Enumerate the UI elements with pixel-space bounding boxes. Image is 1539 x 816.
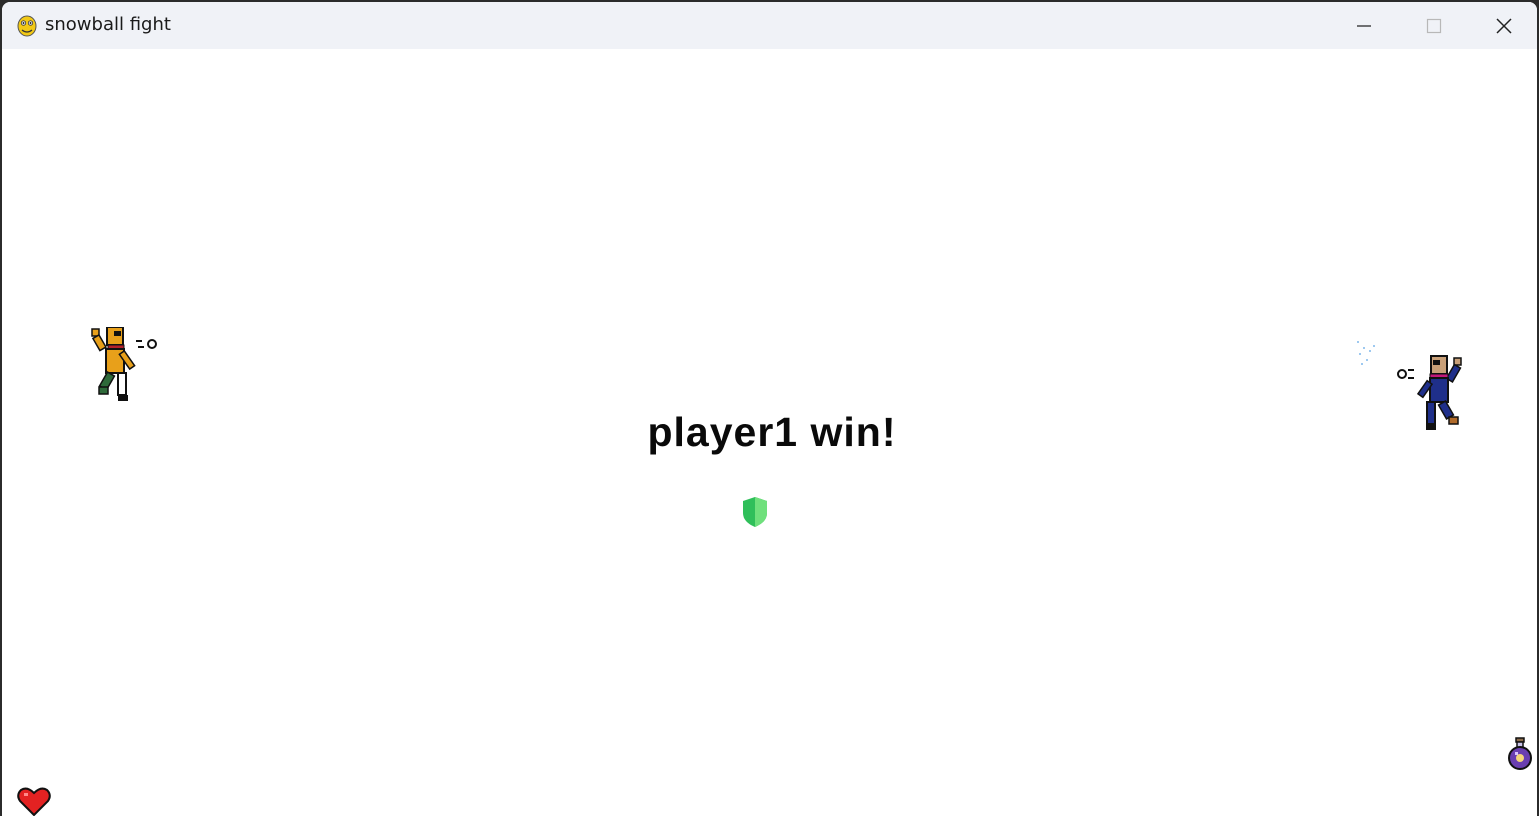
minimize-icon [1357, 24, 1371, 27]
maximize-button[interactable] [1399, 2, 1469, 49]
close-icon [1496, 17, 1512, 34]
window-title: snowball fight [45, 14, 171, 35]
game-stage[interactable]: player1 win! [2, 49, 1537, 816]
player1-sprite [91, 327, 157, 401]
title-bar[interactable]: snowball fight [2, 2, 1537, 49]
player2-sprite [1357, 341, 1462, 430]
close-button[interactable] [1469, 2, 1537, 49]
heart-icon [17, 787, 51, 816]
game-window: snowball fight player1 win! [2, 2, 1537, 816]
maximize-icon [1426, 18, 1442, 33]
potion-icon[interactable] [1506, 737, 1534, 771]
result-message: player1 win! [647, 409, 897, 455]
minimize-button[interactable] [1329, 2, 1399, 49]
pygame-snake-icon [17, 15, 37, 37]
shield-powerup-icon[interactable] [741, 496, 769, 528]
